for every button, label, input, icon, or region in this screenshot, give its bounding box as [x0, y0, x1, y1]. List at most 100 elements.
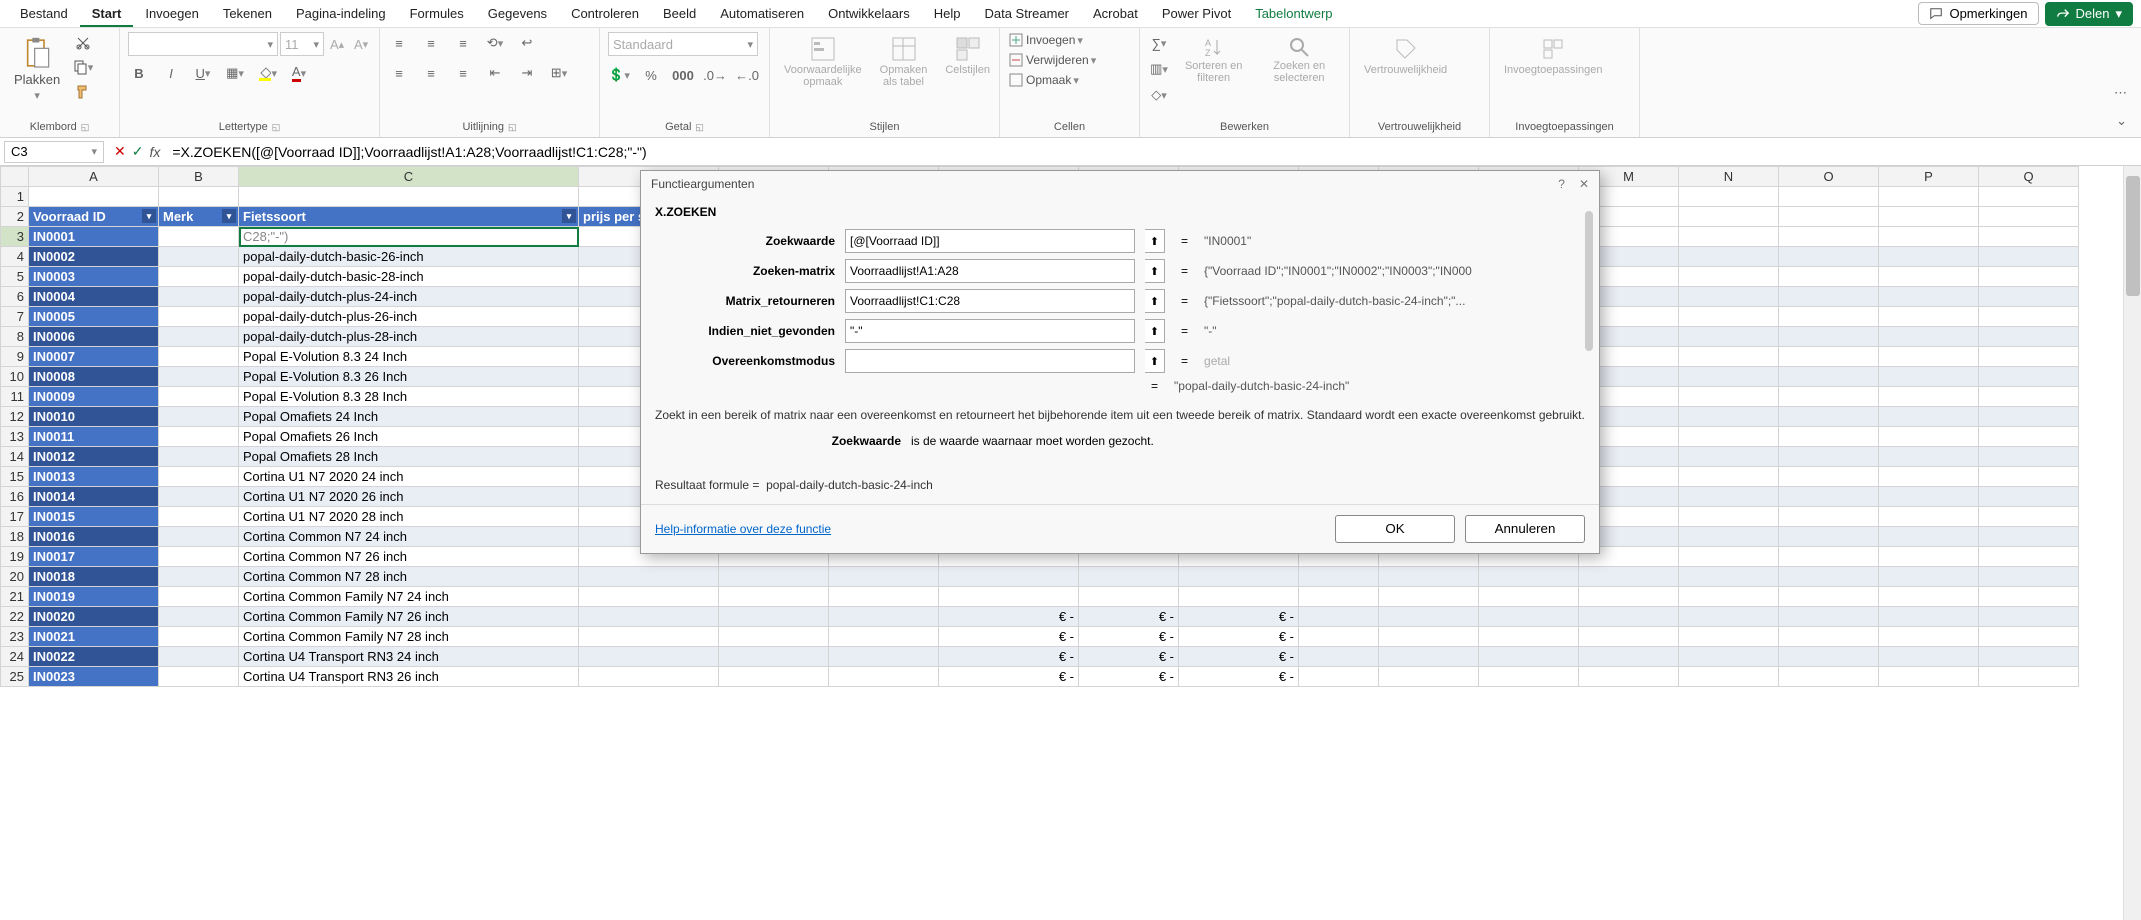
cell-A7[interactable]: IN0005: [29, 307, 159, 327]
menu-tab-beeld[interactable]: Beeld: [651, 2, 708, 25]
arg-input-3[interactable]: [845, 319, 1135, 343]
cell-P19[interactable]: [1879, 547, 1979, 567]
cell-O10[interactable]: [1779, 367, 1879, 387]
align-right-button[interactable]: ≡: [452, 62, 474, 84]
row-header-18[interactable]: 18: [1, 527, 29, 547]
copy-button[interactable]: ▾: [72, 56, 94, 78]
range-select-button[interactable]: ⬆: [1145, 289, 1165, 313]
cell-Q7[interactable]: [1979, 307, 2079, 327]
cell-A20[interactable]: IN0018: [29, 567, 159, 587]
range-select-button[interactable]: ⬆: [1145, 229, 1165, 253]
cell-F23[interactable]: [829, 627, 939, 647]
cell-C25[interactable]: Cortina U4 Transport RN3 26 inch: [239, 667, 579, 687]
cell-P21[interactable]: [1879, 587, 1979, 607]
cell-Q20[interactable]: [1979, 567, 2079, 587]
cell-J22[interactable]: [1299, 607, 1379, 627]
cell-F22[interactable]: [829, 607, 939, 627]
menu-tab-data streamer[interactable]: Data Streamer: [972, 2, 1081, 25]
font-size-combo[interactable]: 11▾: [280, 32, 324, 56]
enter-formula-button[interactable]: ✓: [132, 143, 144, 160]
cell-O20[interactable]: [1779, 567, 1879, 587]
cell-P25[interactable]: [1879, 667, 1979, 687]
cell-N24[interactable]: [1679, 647, 1779, 667]
cell-B8[interactable]: [159, 327, 239, 347]
filter-button-B[interactable]: ▾: [222, 209, 236, 223]
row-header-24[interactable]: 24: [1, 647, 29, 667]
cell-K25[interactable]: [1379, 667, 1479, 687]
cell-E24[interactable]: [719, 647, 829, 667]
grow-font-button[interactable]: A▴: [326, 33, 348, 55]
cell-P9[interactable]: [1879, 347, 1979, 367]
cell-J24[interactable]: [1299, 647, 1379, 667]
cell-A19[interactable]: IN0017: [29, 547, 159, 567]
cell-Q1[interactable]: [1979, 187, 2079, 207]
cell-F25[interactable]: [829, 667, 939, 687]
cell-O12[interactable]: [1779, 407, 1879, 427]
cell-N25[interactable]: [1679, 667, 1779, 687]
delete-cells-button[interactable]: Verwijderen▾: [1008, 52, 1096, 68]
cell-K24[interactable]: [1379, 647, 1479, 667]
cell-C13[interactable]: Popal Omafiets 26 Inch: [239, 427, 579, 447]
cell-C22[interactable]: Cortina Common Family N7 26 inch: [239, 607, 579, 627]
comma-button[interactable]: 000: [672, 64, 694, 86]
cell-C16[interactable]: Cortina U1 N7 2020 26 inch: [239, 487, 579, 507]
cell-L21[interactable]: [1479, 587, 1579, 607]
cell-N23[interactable]: [1679, 627, 1779, 647]
cancel-formula-button[interactable]: ✕: [114, 143, 126, 160]
menu-tab-tekenen[interactable]: Tekenen: [211, 2, 284, 25]
cell-Q10[interactable]: [1979, 367, 2079, 387]
col-header-A[interactable]: A: [29, 167, 159, 187]
shrink-font-button[interactable]: A▾: [350, 33, 372, 55]
cell-I21[interactable]: [1179, 587, 1299, 607]
menu-tab-automatiseren[interactable]: Automatiseren: [708, 2, 816, 25]
cell-Q12[interactable]: [1979, 407, 2079, 427]
select-all-corner[interactable]: [1, 167, 29, 187]
cell-Q18[interactable]: [1979, 527, 2079, 547]
cell-H21[interactable]: [1079, 587, 1179, 607]
cell-C24[interactable]: Cortina U4 Transport RN3 24 inch: [239, 647, 579, 667]
cell-Q13[interactable]: [1979, 427, 2079, 447]
cell-N8[interactable]: [1679, 327, 1779, 347]
cell-B6[interactable]: [159, 287, 239, 307]
cell-A25[interactable]: IN0023: [29, 667, 159, 687]
row-header-13[interactable]: 13: [1, 427, 29, 447]
cell-O24[interactable]: [1779, 647, 1879, 667]
formula-input[interactable]: [166, 144, 2141, 160]
cell-F20[interactable]: [829, 567, 939, 587]
cell-A23[interactable]: IN0021: [29, 627, 159, 647]
cell-A9[interactable]: IN0007: [29, 347, 159, 367]
menu-tab-help[interactable]: Help: [922, 2, 973, 25]
cell-D24[interactable]: [579, 647, 719, 667]
cell-F21[interactable]: [829, 587, 939, 607]
cell-B22[interactable]: [159, 607, 239, 627]
font-name-combo[interactable]: ▾: [128, 32, 278, 56]
cell-styles-button[interactable]: Celstijlen: [939, 32, 996, 80]
cell-J20[interactable]: [1299, 567, 1379, 587]
cell-C6[interactable]: popal-daily-dutch-plus-24-inch: [239, 287, 579, 307]
cell-B7[interactable]: [159, 307, 239, 327]
row-header-2[interactable]: 2: [1, 207, 29, 227]
format-painter-button[interactable]: [72, 80, 94, 102]
cell-B25[interactable]: [159, 667, 239, 687]
cell-N13[interactable]: [1679, 427, 1779, 447]
menu-tab-start[interactable]: Start: [80, 2, 134, 27]
cell-O6[interactable]: [1779, 287, 1879, 307]
cell-O14[interactable]: [1779, 447, 1879, 467]
cell-O18[interactable]: [1779, 527, 1879, 547]
menu-tab-tabelontwerp[interactable]: Tabelontwerp: [1243, 2, 1344, 25]
cell-K20[interactable]: [1379, 567, 1479, 587]
cut-button[interactable]: [72, 32, 94, 54]
row-header-7[interactable]: 7: [1, 307, 29, 327]
ok-button[interactable]: OK: [1335, 515, 1455, 543]
cell-O13[interactable]: [1779, 427, 1879, 447]
cell-A1[interactable]: [29, 187, 159, 207]
row-header-1[interactable]: 1: [1, 187, 29, 207]
row-header-12[interactable]: 12: [1, 407, 29, 427]
cell-Q2[interactable]: [1979, 207, 2079, 227]
table-header-C[interactable]: Fietssoort▾: [239, 207, 579, 227]
cell-C1[interactable]: [239, 187, 579, 207]
cell-G21[interactable]: [939, 587, 1079, 607]
cell-A4[interactable]: IN0002: [29, 247, 159, 267]
cell-Q8[interactable]: [1979, 327, 2079, 347]
cell-I25[interactable]: € -: [1179, 667, 1299, 687]
